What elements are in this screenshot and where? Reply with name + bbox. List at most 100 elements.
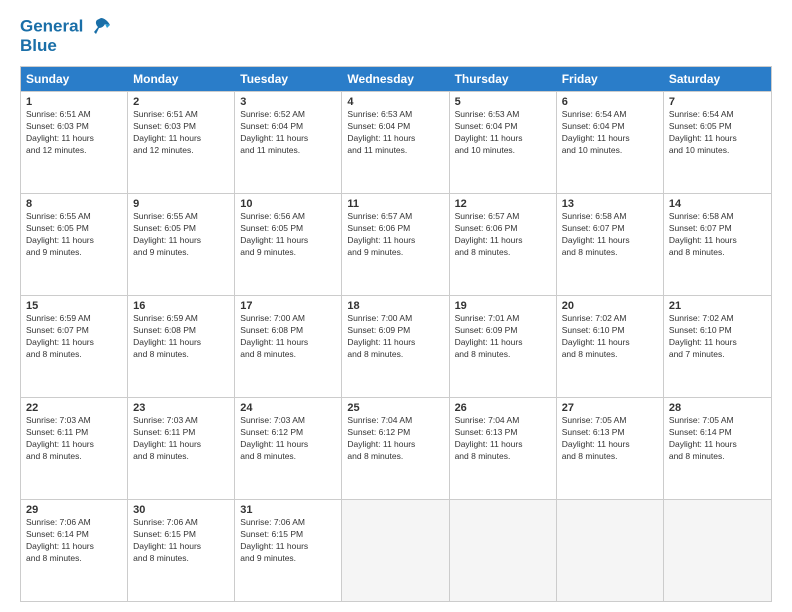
- day-number: 22: [26, 402, 122, 414]
- day-cell-19: 19Sunrise: 7:01 AM Sunset: 6:09 PM Dayli…: [450, 296, 557, 397]
- day-info: Sunrise: 6:57 AM Sunset: 6:06 PM Dayligh…: [455, 211, 551, 259]
- day-info: Sunrise: 6:53 AM Sunset: 6:04 PM Dayligh…: [347, 109, 443, 157]
- day-number: 24: [240, 402, 336, 414]
- empty-cell: [557, 500, 664, 601]
- calendar-header: SundayMondayTuesdayWednesdayThursdayFrid…: [21, 67, 771, 91]
- day-number: 7: [669, 96, 766, 108]
- calendar-row-1: 1Sunrise: 6:51 AM Sunset: 6:03 PM Daylig…: [21, 91, 771, 193]
- day-info: Sunrise: 7:06 AM Sunset: 6:14 PM Dayligh…: [26, 517, 122, 565]
- day-cell-6: 6Sunrise: 6:54 AM Sunset: 6:04 PM Daylig…: [557, 92, 664, 193]
- day-number: 25: [347, 402, 443, 414]
- day-info: Sunrise: 7:03 AM Sunset: 6:11 PM Dayligh…: [133, 415, 229, 463]
- day-number: 15: [26, 300, 122, 312]
- day-number: 10: [240, 198, 336, 210]
- day-number: 28: [669, 402, 766, 414]
- day-number: 4: [347, 96, 443, 108]
- day-info: Sunrise: 6:58 AM Sunset: 6:07 PM Dayligh…: [669, 211, 766, 259]
- day-number: 9: [133, 198, 229, 210]
- calendar-row-4: 22 Sunrise: 7:03 AM Sunset: 6:11 PM Dayli…: [21, 397, 771, 499]
- day-cell-11: 11Sunrise: 6:57 AM Sunset: 6:06 PM Dayli…: [342, 194, 449, 295]
- day-number: 19: [455, 300, 551, 312]
- day-cell-16: 16Sunrise: 6:59 AM Sunset: 6:08 PM Dayli…: [128, 296, 235, 397]
- day-cell-13: 13Sunrise: 6:58 AM Sunset: 6:07 PM Dayli…: [557, 194, 664, 295]
- weekday-header-saturday: Saturday: [664, 67, 771, 91]
- calendar-body: 1Sunrise: 6:51 AM Sunset: 6:03 PM Daylig…: [21, 91, 771, 601]
- day-info: Sunrise: 7:01 AM Sunset: 6:09 PM Dayligh…: [455, 313, 551, 361]
- day-number: 20: [562, 300, 658, 312]
- day-cell-7: 7Sunrise: 6:54 AM Sunset: 6:05 PM Daylig…: [664, 92, 771, 193]
- day-cell-18: 18Sunrise: 7:00 AM Sunset: 6:09 PM Dayli…: [342, 296, 449, 397]
- day-info: Sunrise: 7:06 AM Sunset: 6:15 PM Dayligh…: [240, 517, 336, 565]
- calendar-row-2: 8Sunrise: 6:55 AM Sunset: 6:05 PM Daylig…: [21, 193, 771, 295]
- day-info: Sunrise: 6:59 AM Sunset: 6:07 PM Dayligh…: [26, 313, 122, 361]
- calendar-row-5: 29Sunrise: 7:06 AM Sunset: 6:14 PM Dayli…: [21, 499, 771, 601]
- day-info: Sunrise: 6:51 AM Sunset: 6:03 PM Dayligh…: [26, 109, 122, 157]
- day-number: 21: [669, 300, 766, 312]
- day-cell-15: 15Sunrise: 6:59 AM Sunset: 6:07 PM Dayli…: [21, 296, 128, 397]
- day-info: Sunrise: 6:55 AM Sunset: 6:05 PM Dayligh…: [133, 211, 229, 259]
- logo-blue: Blue: [20, 36, 112, 56]
- day-info: Sunrise: 6:59 AM Sunset: 6:08 PM Dayligh…: [133, 313, 229, 361]
- day-cell-22: 22Sunrise: 7:03 AM Sunset: 6:11 PM Dayli…: [21, 398, 128, 499]
- day-cell-4: 4Sunrise: 6:53 AM Sunset: 6:04 PM Daylig…: [342, 92, 449, 193]
- day-number: 11: [347, 198, 443, 210]
- day-cell-30: 30Sunrise: 7:06 AM Sunset: 6:15 PM Dayli…: [128, 500, 235, 601]
- day-number: 14: [669, 198, 766, 210]
- day-cell-8: 8Sunrise: 6:55 AM Sunset: 6:05 PM Daylig…: [21, 194, 128, 295]
- day-number: 12: [455, 198, 551, 210]
- weekday-header-friday: Friday: [557, 67, 664, 91]
- day-number: 1: [26, 96, 122, 108]
- logo-general: General: [20, 16, 83, 35]
- day-cell-24: 24Sunrise: 7:03 AM Sunset: 6:12 PM Dayli…: [235, 398, 342, 499]
- day-number: 2: [133, 96, 229, 108]
- day-info: Sunrise: 6:52 AM Sunset: 6:04 PM Dayligh…: [240, 109, 336, 157]
- day-number: 26: [455, 402, 551, 414]
- day-cell-27: 27Sunrise: 7:05 AM Sunset: 6:13 PM Dayli…: [557, 398, 664, 499]
- day-cell-1: 1Sunrise: 6:51 AM Sunset: 6:03 PM Daylig…: [21, 92, 128, 193]
- day-info: Sunrise: 6:56 AM Sunset: 6:05 PM Dayligh…: [240, 211, 336, 259]
- calendar-row-3: 15Sunrise: 6:59 AM Sunset: 6:07 PM Dayli…: [21, 295, 771, 397]
- logo-text: General: [20, 16, 112, 38]
- logo-bird-icon: [90, 16, 112, 38]
- day-cell-2: 2Sunrise: 6:51 AM Sunset: 6:03 PM Daylig…: [128, 92, 235, 193]
- day-info: Sunrise: 6:57 AM Sunset: 6:06 PM Dayligh…: [347, 211, 443, 259]
- day-info: Sunrise: 7:06 AM Sunset: 6:15 PM Dayligh…: [133, 517, 229, 565]
- day-cell-29: 29Sunrise: 7:06 AM Sunset: 6:14 PM Dayli…: [21, 500, 128, 601]
- day-info: Sunrise: 7:05 AM Sunset: 6:14 PM Dayligh…: [669, 415, 766, 463]
- day-number: 23: [133, 402, 229, 414]
- day-number: 31: [240, 504, 336, 516]
- day-info: Sunrise: 7:03 AM Sunset: 6:12 PM Dayligh…: [240, 415, 336, 463]
- weekday-header-thursday: Thursday: [450, 67, 557, 91]
- empty-cell: [450, 500, 557, 601]
- weekday-header-wednesday: Wednesday: [342, 67, 449, 91]
- day-info: Sunrise: 6:51 AM Sunset: 6:03 PM Dayligh…: [133, 109, 229, 157]
- day-info: Sunrise: 7:04 AM Sunset: 6:13 PM Dayligh…: [455, 415, 551, 463]
- day-number: 30: [133, 504, 229, 516]
- calendar: SundayMondayTuesdayWednesdayThursdayFrid…: [20, 66, 772, 602]
- day-info: Sunrise: 6:54 AM Sunset: 6:04 PM Dayligh…: [562, 109, 658, 157]
- day-cell-23: 23Sunrise: 7:03 AM Sunset: 6:11 PM Dayli…: [128, 398, 235, 499]
- day-cell-21: 21Sunrise: 7:02 AM Sunset: 6:10 PM Dayli…: [664, 296, 771, 397]
- page: General Blue SundayMondayTuesdayWednesda…: [0, 0, 792, 612]
- day-cell-9: 9Sunrise: 6:55 AM Sunset: 6:05 PM Daylig…: [128, 194, 235, 295]
- day-info: Sunrise: 6:58 AM Sunset: 6:07 PM Dayligh…: [562, 211, 658, 259]
- header: General Blue: [20, 16, 772, 56]
- day-cell-26: 26Sunrise: 7:04 AM Sunset: 6:13 PM Dayli…: [450, 398, 557, 499]
- day-info: Sunrise: 7:02 AM Sunset: 6:10 PM Dayligh…: [562, 313, 658, 361]
- day-number: 27: [562, 402, 658, 414]
- day-cell-17: 17Sunrise: 7:00 AM Sunset: 6:08 PM Dayli…: [235, 296, 342, 397]
- day-info: Sunrise: 7:05 AM Sunset: 6:13 PM Dayligh…: [562, 415, 658, 463]
- day-info: Sunrise: 7:04 AM Sunset: 6:12 PM Dayligh…: [347, 415, 443, 463]
- day-number: 3: [240, 96, 336, 108]
- day-info: Sunrise: 7:00 AM Sunset: 6:08 PM Dayligh…: [240, 313, 336, 361]
- day-info: Sunrise: 6:55 AM Sunset: 6:05 PM Dayligh…: [26, 211, 122, 259]
- day-info: Sunrise: 6:53 AM Sunset: 6:04 PM Dayligh…: [455, 109, 551, 157]
- day-number: 5: [455, 96, 551, 108]
- day-cell-31: 31Sunrise: 7:06 AM Sunset: 6:15 PM Dayli…: [235, 500, 342, 601]
- weekday-header-sunday: Sunday: [21, 67, 128, 91]
- day-number: 29: [26, 504, 122, 516]
- day-number: 18: [347, 300, 443, 312]
- day-number: 17: [240, 300, 336, 312]
- day-number: 8: [26, 198, 122, 210]
- day-info: Sunrise: 7:00 AM Sunset: 6:09 PM Dayligh…: [347, 313, 443, 361]
